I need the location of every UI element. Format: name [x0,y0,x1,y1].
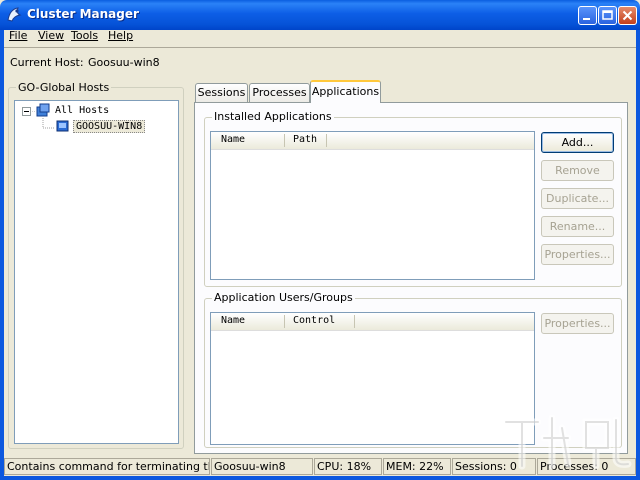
window-title: Cluster Manager [27,7,139,21]
current-host-value: Goosuu-win8 [88,56,160,69]
menu-help-label: Help [108,29,134,42]
window-frame-bottom [0,476,640,480]
tree-item-all-hosts[interactable]: All Hosts [55,105,109,116]
tab-applications[interactable]: Applications [310,80,381,103]
window-frame-left [0,30,4,480]
menu-view-label: View [38,29,65,42]
installed-apps-list[interactable]: Name Path [210,131,535,280]
tree-collapse-toggle[interactable] [22,107,31,116]
maximize-button[interactable] [598,6,617,25]
app-users-list[interactable]: Name Control [210,312,535,445]
tab-sessions[interactable]: Sessions [195,83,248,102]
column-separator[interactable] [284,134,285,147]
tab-processes[interactable]: Processes [249,83,310,102]
column-header-path[interactable]: Path [293,134,317,145]
column-separator[interactable] [354,315,355,328]
status-host: Goosuu-win8 [211,458,313,475]
menu-file-label: File [9,29,28,42]
status-mem: MEM: 22% [383,458,451,475]
minus-icon [24,111,29,112]
menu-separator [4,47,636,48]
column-header-control[interactable]: Control [293,315,335,326]
menu-tools-label: Tools [71,29,99,42]
app-properties-button[interactable]: Properties... [541,244,614,265]
menu-view[interactable]: View [38,29,64,42]
user-properties-button[interactable]: Properties... [541,313,614,334]
app-users-list-header: Name Control [211,313,534,331]
tree-item-host[interactable]: GOOSUU-WIN8 [73,120,146,133]
status-message: Contains command for terminating this ap… [4,458,210,475]
close-button[interactable] [618,6,637,25]
menu-tools[interactable]: Tools [71,29,98,42]
column-separator[interactable] [326,134,327,147]
column-separator[interactable] [284,315,285,328]
window-frame-right [636,30,640,480]
column-header-name[interactable]: Name [221,134,245,145]
close-icon [622,10,633,21]
duplicate-app-button[interactable]: Duplicate... [541,188,614,209]
column-header-name[interactable]: Name [221,315,245,326]
status-cpu: CPU: 18% [314,458,382,475]
hosts-tree[interactable] [14,100,179,444]
host-computer-icon [56,120,69,132]
installed-apps-title: Installed Applications [212,110,334,123]
minimize-button[interactable] [578,6,597,25]
menu-file[interactable]: File [9,29,27,42]
add-app-button[interactable]: Add... [541,132,614,153]
app-users-title: Application Users/Groups [212,291,355,304]
rename-app-button[interactable]: Rename... [541,216,614,237]
minimize-icon [583,18,590,20]
maximize-icon [602,10,613,20]
installed-apps-list-header: Name Path [211,132,534,150]
cluster-manager-app-icon [7,7,22,22]
current-host-label: Current Host: [10,56,84,69]
hosts-group-title: GO-Global Hosts [16,81,112,94]
remove-app-button[interactable]: Remove [541,160,614,181]
all-hosts-icon [36,103,50,117]
menu-help[interactable]: Help [108,29,133,42]
watermark-logo [502,414,632,470]
